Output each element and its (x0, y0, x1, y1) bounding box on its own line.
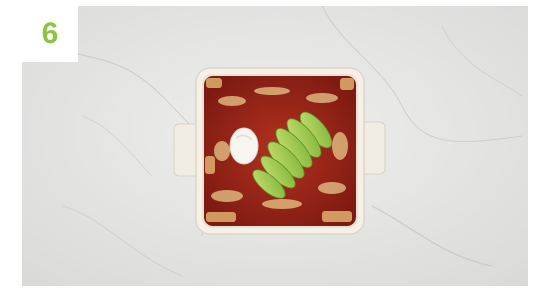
step-badge: 6 (22, 6, 78, 62)
enchilada-baking-dish-photo (22, 6, 528, 286)
sour-cream-dollop (229, 127, 259, 165)
recipe-step-photo (22, 6, 528, 286)
step-number: 6 (41, 17, 59, 50)
